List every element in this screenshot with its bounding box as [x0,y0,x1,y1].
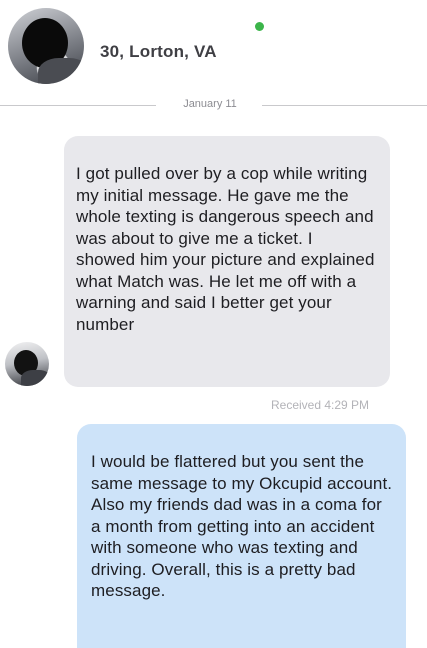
profile-avatar[interactable] [8,8,84,84]
conversation-header: 30, Lorton, VA [0,0,427,95]
avatar-shoulder [38,58,84,84]
date-divider: January 11 [0,96,427,116]
received-message-text: I got pulled over by a cop while writing… [76,164,375,334]
online-status-dot [255,22,264,31]
received-timestamp: Received 4:29 PM [271,398,370,412]
divider-line-right [262,105,427,106]
sent-message-text: I would be flattered but you sent the sa… [91,452,393,600]
profile-info[interactable]: 30, Lorton, VA [100,42,217,62]
divider-line-left [0,105,156,106]
received-message-bubble[interactable]: I got pulled over by a cop while writing… [64,136,390,387]
sent-message-bubble[interactable]: I would be flattered but you sent the sa… [77,424,406,648]
date-label: January 11 [183,98,237,110]
sender-avatar[interactable] [5,342,49,386]
avatar-shoulder [21,370,49,386]
